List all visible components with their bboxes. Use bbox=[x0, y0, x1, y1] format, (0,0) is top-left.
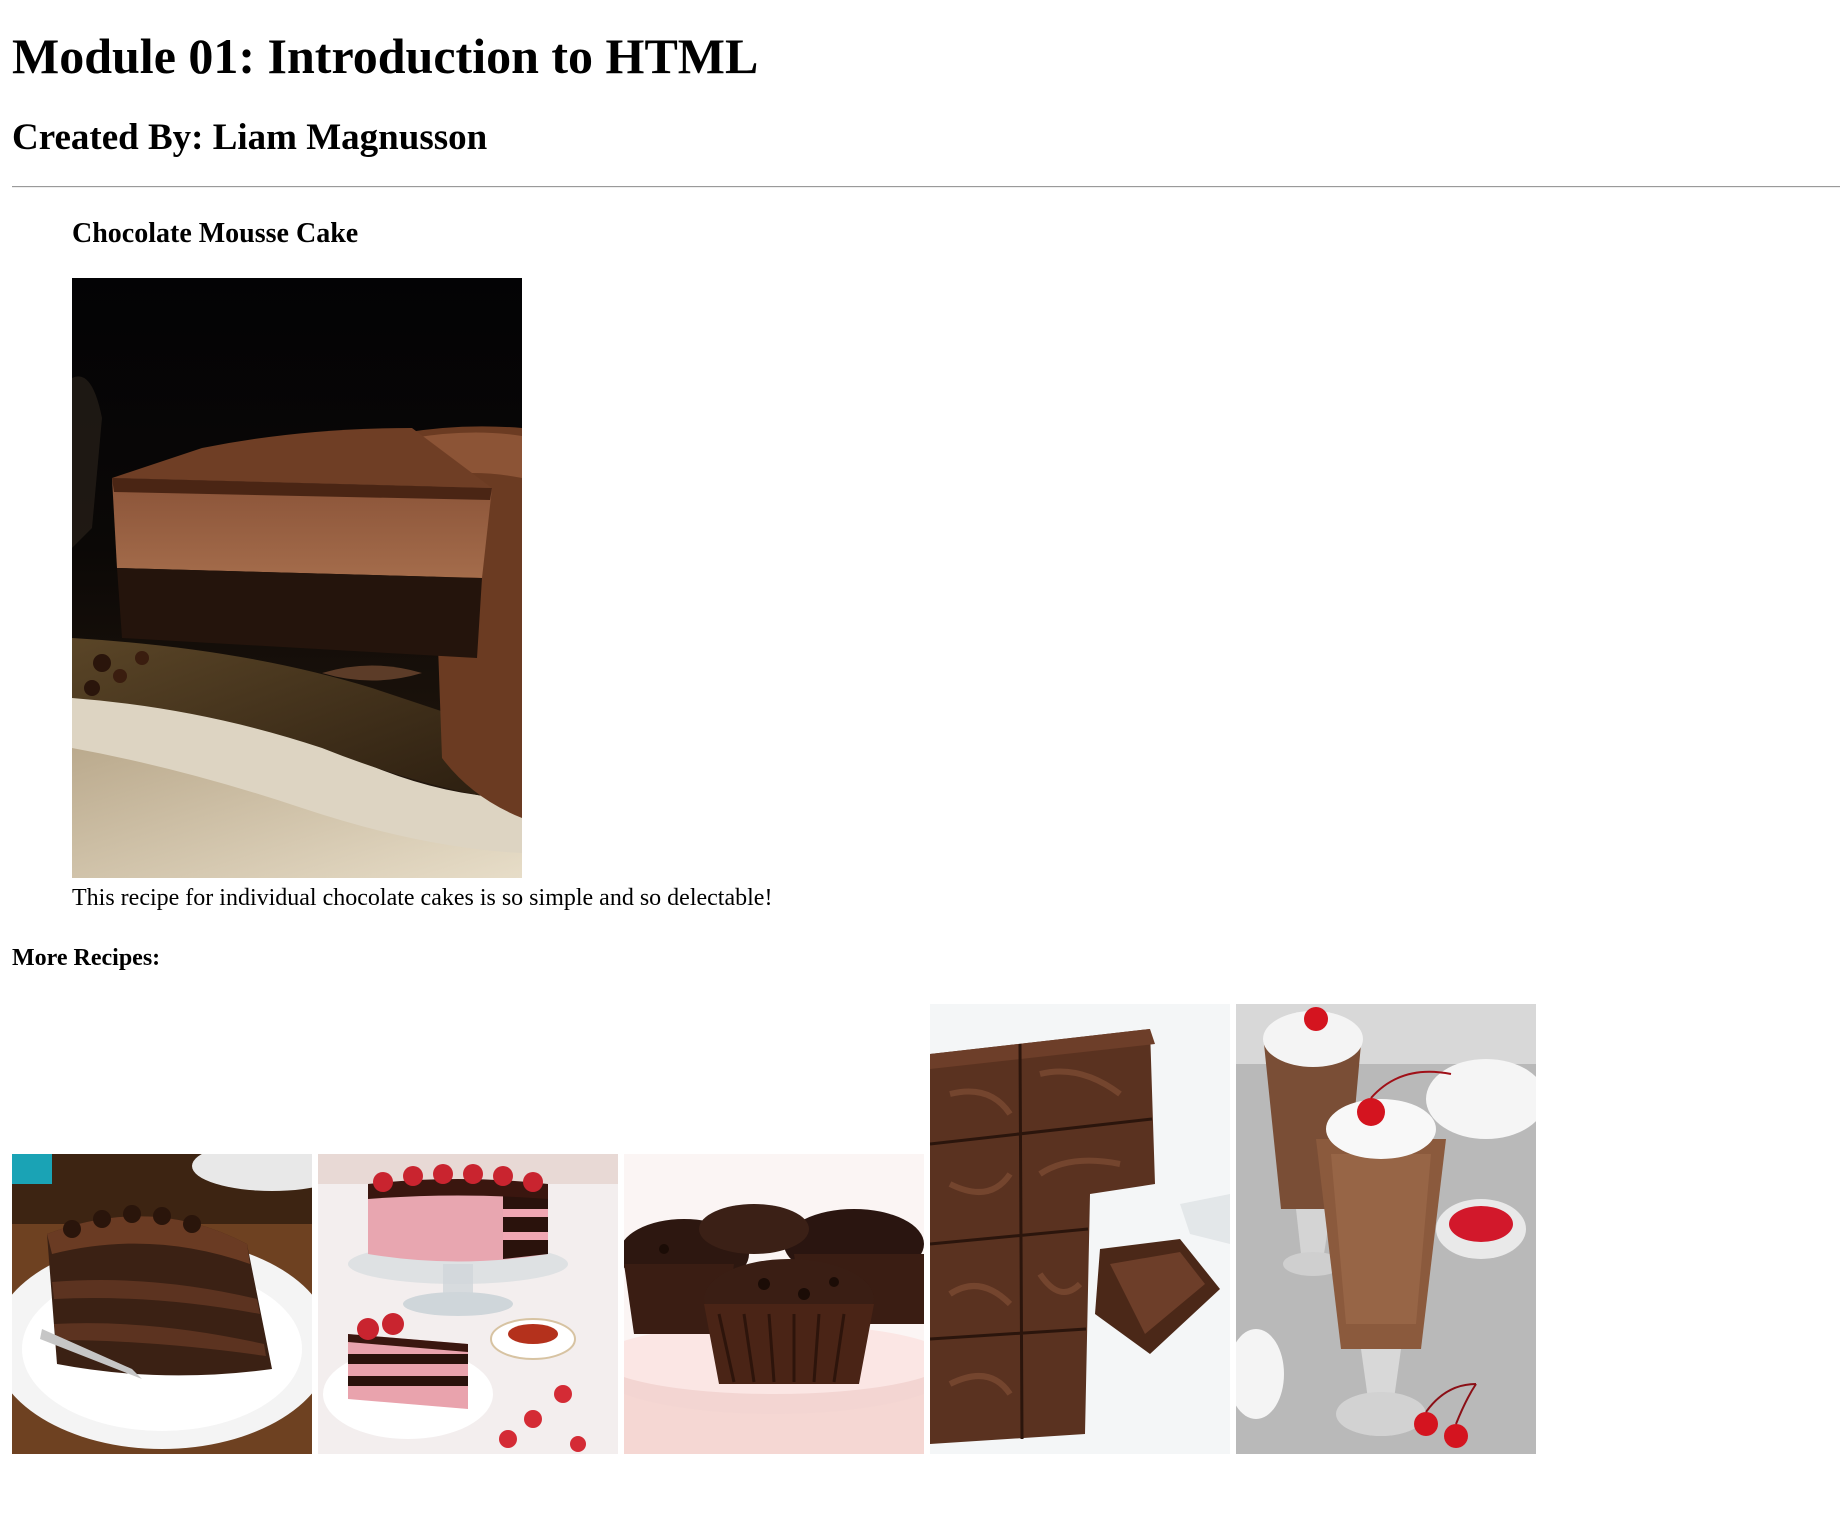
brownies-image bbox=[930, 1004, 1230, 1454]
featured-recipe-heading: Chocolate Mousse Cake bbox=[72, 218, 359, 249]
page-author: Created By: Liam Magnusson bbox=[12, 117, 488, 158]
chocolate-mousse-cake-image bbox=[72, 278, 522, 878]
chocolate-muffins-picture bbox=[624, 1154, 924, 1454]
featured-recipe-caption: This recipe for individual chocolate cak… bbox=[72, 885, 773, 911]
section-divider bbox=[12, 186, 1840, 188]
strawberry-chocolate-cake-image bbox=[318, 1154, 618, 1454]
chocolate-milkshake-picture bbox=[1236, 1004, 1536, 1454]
chocolate-muffins-image bbox=[624, 1154, 924, 1454]
chocolate-layer-cake-slice-image bbox=[12, 1154, 312, 1454]
more-recipes-heading: More Recipes: bbox=[12, 945, 161, 971]
strawberry-chocolate-cake-picture bbox=[318, 1154, 618, 1454]
chocolate-milkshake-image bbox=[1236, 1004, 1536, 1454]
chocolate-layer-cake-slice-picture bbox=[12, 1154, 312, 1454]
page-title: Module 01: Introduction to HTML bbox=[12, 28, 759, 84]
brownies-picture bbox=[930, 1004, 1230, 1454]
chocolate-mousse-cake-picture bbox=[72, 278, 522, 878]
